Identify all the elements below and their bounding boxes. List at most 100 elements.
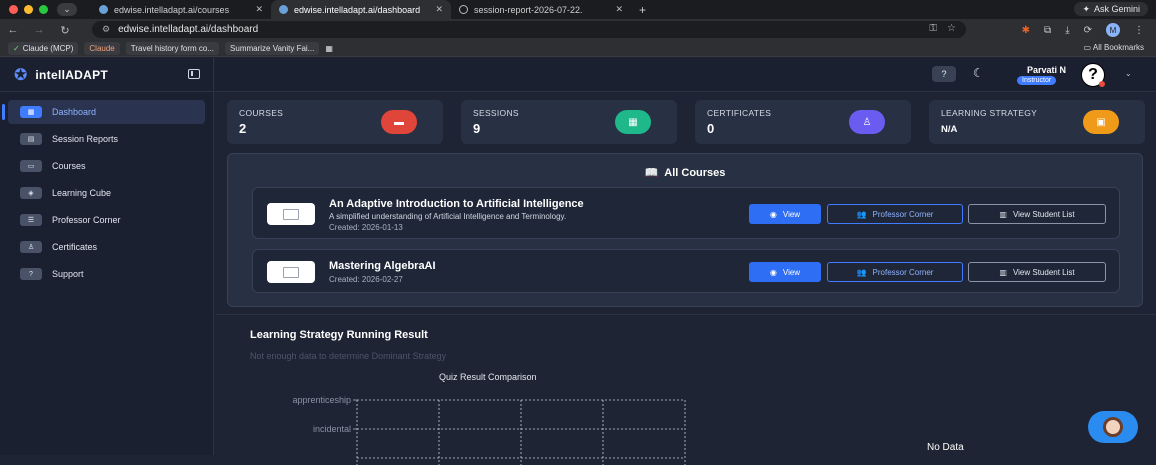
view-student-list-button[interactable]: ▥ View Student List [968,262,1106,282]
chat-assistant-button[interactable] [1088,411,1138,443]
browser-tab[interactable]: edwise.intelladapt.ai/courses ✕ [91,0,271,19]
sidebar-item-label: Dashboard [52,107,97,117]
chart-title: Quiz Result Comparison [439,372,537,382]
site-favicon-icon [99,5,108,14]
sidebar-item-label: Support [52,269,84,279]
avatar[interactable]: ? [1081,63,1105,87]
student-list-label: View Student List [1012,209,1075,219]
bookmark-item[interactable]: Summarize Vanity Fai... [225,42,320,55]
sidebar-item-session-reports[interactable]: ▤ Session Reports [8,127,205,151]
panel-title: 📖 All Courses [228,166,1142,179]
course-title[interactable]: An Adaptive Introduction to Artificial I… [329,198,584,210]
close-tab-icon[interactable]: ✕ [615,4,623,15]
course-thumbnail [267,261,315,283]
close-window-button[interactable] [9,5,18,14]
sidebar-item-label: Professor Corner [52,215,121,225]
film-icon: ▥ [999,267,1007,277]
bookmark-star-icon[interactable]: ☆ [947,23,956,34]
tab-search-button[interactable]: ⌄ [57,3,77,16]
profile-avatar[interactable]: M [1106,23,1120,37]
forward-icon[interactable]: → [26,24,52,36]
professor-corner-button[interactable]: 👥 Professor Corner [827,262,963,282]
course-thumbnail [267,203,315,225]
sync-icon[interactable]: ⟳ [1084,25,1092,36]
strategy-heading: Learning Strategy Running Result [250,329,428,341]
new-tab-button[interactable]: + [639,3,646,17]
dashboard-icon: ▦ [20,106,42,118]
sidebar: ✪ intellADAPT ▦ Dashboard ▤ Session Reports… [0,58,214,455]
bookmark-item[interactable]: Claude [84,42,120,55]
support-icon: ? [20,268,42,280]
window-controls [9,5,48,14]
professor-corner-button[interactable]: 👥 Professor Corner [827,204,963,224]
help-icon[interactable]: ? [932,66,956,82]
view-label: View [782,267,801,277]
course-icon: ▭ [20,160,42,172]
back-icon[interactable]: ← [0,24,26,36]
student-list-label: View Student List [1012,267,1075,277]
bookmark-item[interactable]: Claude (MCP) [8,42,79,55]
stat-card-courses: COURSES 2 ▬ [227,100,443,144]
view-button[interactable]: ◉ View [749,262,821,282]
all-courses-heading: All Courses [664,167,726,179]
view-student-list-button[interactable]: ▥ View Student List [968,204,1106,224]
password-key-icon[interactable]: ⚿ [929,23,937,34]
sidebar-item-dashboard[interactable]: ▦ Dashboard [2,100,205,124]
sidebar-toggle-icon[interactable] [188,69,200,79]
maximize-window-button[interactable] [39,5,48,14]
view-label: View [782,209,801,219]
users-icon: 👥 [856,267,867,277]
assistant-avatar-icon [1103,417,1123,437]
reload-icon[interactable]: ↻ [52,24,78,37]
view-button[interactable]: ◉ View [749,204,821,224]
course-card: Mastering AlgebraAI Created: 2026-02-27 … [252,249,1120,293]
dark-mode-toggle-icon[interactable]: ☾ [973,66,984,80]
sidebar-item-support[interactable]: ? Support [8,262,205,286]
sidebar-item-label: Session Reports [52,134,119,144]
sidebar-item-label: Learning Cube [52,188,112,198]
stat-card-certificates: CERTIFICATES 0 ♙ [695,100,911,144]
browser-tab-active[interactable]: edwise.intelladapt.ai/dashboard ✕ [271,0,451,19]
ask-gemini-button[interactable]: ✦ Ask Gemini [1074,2,1148,16]
minimize-window-button[interactable] [24,5,33,14]
avatar-glyph: ? [1088,66,1098,83]
main-content: COURSES 2 ▬ SESSIONS 9 ▦ CERTIFICATES 0 ♙ LEARNIN… [215,92,1156,465]
menu-kebab-icon[interactable]: ⋮ [1134,25,1144,36]
download-icon[interactable]: ⤓ [1065,25,1069,36]
brand[interactable]: ✪ intellADAPT [0,58,213,92]
eye-icon: ◉ [769,267,777,277]
site-favicon-icon [279,5,288,14]
sidebar-item-label: Courses [52,161,86,171]
close-tab-icon[interactable]: ✕ [255,4,263,15]
site-settings-icon[interactable]: ⚙ [102,24,110,35]
strategy-note: Not enough data to determine Dominant St… [250,351,447,361]
url-field[interactable]: ⚙ edwise.intelladapt.ai/dashboard ⚿ ☆ [92,21,966,38]
course-title[interactable]: Mastering AlgebraAI [329,260,436,272]
sidebar-item-certificates[interactable]: ♙ Certificates [8,235,205,259]
all-bookmarks-link[interactable]: ▭ All Bookmarks [1084,43,1144,52]
stat-card-learning-strategy: LEARNING STRATEGY N/A ▣ [929,100,1145,144]
logo-icon: ✪ [14,66,28,84]
chevron-down-icon[interactable]: ⌄ [1125,69,1132,78]
sidebar-item-courses[interactable]: ▭ Courses [8,154,205,178]
course-icon: ▬ [381,110,417,134]
sidebar-item-learning-cube[interactable]: ◈ Learning Cube [8,181,205,205]
eye-icon: ◉ [769,209,777,219]
toolbar-icons: ✱ ⧉ ⤓ ⟳ M ⋮ [1022,19,1156,41]
apps-grid-icon[interactable]: ▦ [325,44,333,53]
extensions-puzzle-icon[interactable]: ⧉ [1044,25,1051,36]
browser-tab[interactable]: session-report-2026-07-22. ✕ [451,0,631,19]
professor-corner-label: Professor Corner [872,267,934,277]
extension-icon[interactable]: ✱ [1022,25,1030,36]
category-tick-label: apprenticeship [292,395,351,405]
close-tab-icon[interactable]: ✕ [435,4,443,15]
course-card: An Adaptive Introduction to Artificial I… [252,187,1120,239]
globe-icon [459,5,468,14]
tab-title: edwise.intelladapt.ai/dashboard [294,4,421,15]
stat-card-sessions: SESSIONS 9 ▦ [461,100,677,144]
bookmark-item[interactable]: Travel history form co... [125,42,220,55]
address-bar-row: ← → ↻ ⚙ edwise.intelladapt.ai/dashboard … [0,19,1156,41]
sidebar-item-professor-corner[interactable]: ☰ Professor Corner [8,208,205,232]
strategy-icon: ▣ [1083,110,1119,134]
cube-icon: ◈ [20,187,42,199]
